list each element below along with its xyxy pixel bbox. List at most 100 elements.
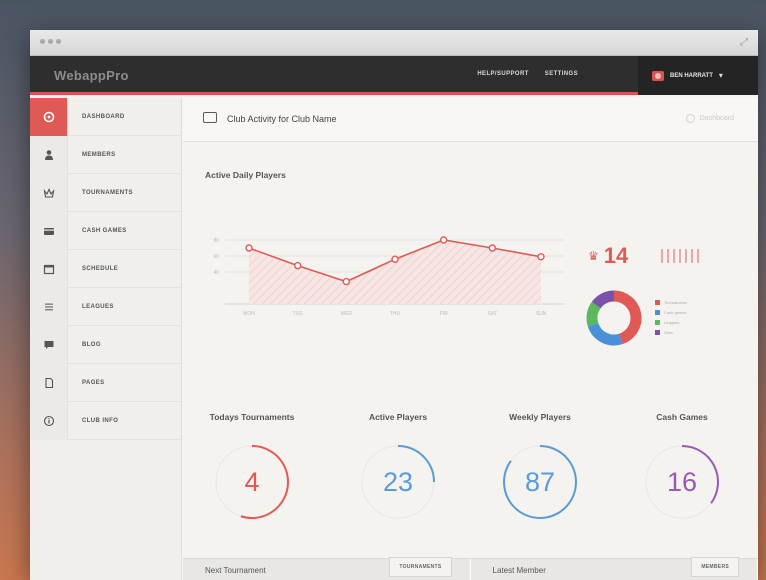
x-tick-label: SUN xyxy=(536,311,547,317)
panel-header-action[interactable]: Dashboard xyxy=(685,114,734,123)
stat-value: 4 xyxy=(244,467,260,497)
legend-label: Leagues xyxy=(664,319,680,325)
stat-ring: 16 xyxy=(642,442,722,522)
members-button[interactable]: MEMBERS xyxy=(691,557,739,577)
stat-value: 16 xyxy=(666,467,698,497)
next-tournament-panel: Next Tournament TOURNAMENTS xyxy=(183,557,471,580)
sidebar-item-schedule[interactable]: SCHEDULE xyxy=(30,249,181,288)
avatar xyxy=(652,70,664,81)
info-icon xyxy=(30,401,68,440)
active-count: ♛ 14 xyxy=(588,243,628,269)
sidebar-item-label: TOURNAMENTS xyxy=(82,189,133,196)
stat-title: Cash Games xyxy=(656,412,708,422)
sidebar: DASHBOARD MEMBERS TOURNAMENTS CASH GAMES… xyxy=(30,97,182,580)
sidebar-item-label: LEAGUES xyxy=(82,303,114,310)
calendar-icon xyxy=(30,249,68,288)
window-chrome: ⤢ xyxy=(30,30,758,56)
stat-ring: 23 xyxy=(358,442,438,522)
stat-ring: 87 xyxy=(500,442,580,522)
panel-title: Club Activity for Club Name xyxy=(227,114,337,124)
cash-icon xyxy=(30,211,68,250)
stat-todays-tournaments: Todays Tournaments 4 xyxy=(197,412,307,522)
x-tick-label: WED xyxy=(340,311,352,317)
panel-header: Club Activity for Club Name Dashboard xyxy=(183,98,758,142)
chat-icon xyxy=(30,325,68,364)
stat-value: 23 xyxy=(382,467,414,497)
top-bar: WebappPro HELP/SUPPORT SETTINGS BEN HARR… xyxy=(30,56,758,95)
y-tick-label: 60 xyxy=(213,254,219,260)
stat-cash-games: Cash Games 16 xyxy=(627,412,737,522)
bottom-panels: Next Tournament TOURNAMENTS Latest Membe… xyxy=(183,557,758,580)
data-point xyxy=(342,277,351,286)
legend-item: Leagues xyxy=(655,317,687,327)
dashboard-icon xyxy=(30,97,68,136)
panel-header-action-label: Dashboard xyxy=(699,115,734,122)
donut-slice xyxy=(613,290,642,345)
app-brand[interactable]: WebappPro xyxy=(54,68,129,83)
sidebar-item-label: CASH GAMES xyxy=(82,227,127,234)
data-point xyxy=(293,261,302,270)
sidebar-item-dashboard[interactable]: DASHBOARD xyxy=(30,97,181,136)
latest-member-title: Latest Member xyxy=(492,566,546,575)
data-point xyxy=(488,244,497,252)
sidebar-item-pages[interactable]: PAGES xyxy=(30,363,181,402)
data-point xyxy=(391,255,399,263)
main-content: Club Activity for Club Name Dashboard Ac… xyxy=(183,98,758,580)
data-point xyxy=(537,253,545,261)
legend-swatch xyxy=(655,309,660,315)
donut-slice xyxy=(591,290,615,309)
stat-value: 87 xyxy=(524,467,556,497)
legend-label: Cash games xyxy=(664,309,687,315)
tournaments-button[interactable]: TOURNAMENTS xyxy=(389,557,452,577)
sidebar-item-label: SCHEDULE xyxy=(82,265,119,272)
legend-item: Tournaments xyxy=(655,297,687,307)
list-icon xyxy=(30,287,68,326)
caret-down-icon: ▾ xyxy=(718,71,723,80)
next-tournament-title: Next Tournament xyxy=(205,566,266,575)
legend-label: Tournaments xyxy=(664,299,688,305)
stat-weekly-players: Weekly Players 87 xyxy=(485,412,595,522)
active-players-chart: 80 60 40 MON TUE WED THU FRI SAT SUN xyxy=(213,236,565,317)
sidebar-item-leagues[interactable]: LEAGUES xyxy=(30,287,181,326)
nav-help-support[interactable]: HELP/SUPPORT xyxy=(477,71,528,77)
stat-title: Active Players xyxy=(368,412,428,422)
monitor-icon xyxy=(203,112,217,123)
x-tick-label: SAT xyxy=(488,311,497,317)
donut-slice xyxy=(586,301,601,327)
legend-item: Sites xyxy=(655,327,687,337)
sidebar-item-label: CLUB INFO xyxy=(82,417,119,424)
legend-swatch xyxy=(655,329,660,335)
sidebar-item-blog[interactable]: BLOG xyxy=(30,325,181,364)
legend-label: Sites xyxy=(664,329,673,335)
stat-active-players: Active Players 23 xyxy=(343,412,453,522)
sidebar-item-label: PAGES xyxy=(82,379,105,386)
x-tick-label: TUE xyxy=(293,311,304,317)
legend-swatch xyxy=(655,319,660,325)
donut-chart xyxy=(586,290,642,346)
sidebar-item-cash-games[interactable]: CASH GAMES xyxy=(30,211,181,250)
sidebar-item-members[interactable]: MEMBERS xyxy=(30,135,181,174)
user-name: BEN HARRATT xyxy=(670,72,713,79)
x-tick-label: THU xyxy=(390,311,401,317)
nav-settings[interactable]: SETTINGS xyxy=(545,71,578,77)
donut-legend: Tournaments Cash games Leagues Sites xyxy=(655,297,687,337)
page-icon xyxy=(30,363,68,402)
y-tick-label: 80 xyxy=(213,238,219,244)
data-point xyxy=(439,236,448,244)
sidebar-item-tournaments[interactable]: TOURNAMENTS xyxy=(30,173,181,212)
data-point xyxy=(245,244,253,252)
window-controls[interactable] xyxy=(40,39,61,44)
resize-icon[interactable]: ⤢ xyxy=(740,37,748,48)
top-nav: HELP/SUPPORT SETTINGS xyxy=(477,71,578,77)
user-menu[interactable]: BEN HARRATT ▾ xyxy=(638,56,758,95)
stat-ring: 4 xyxy=(212,442,292,522)
donut-slice xyxy=(587,322,623,346)
latest-member-panel: Latest Member MEMBERS xyxy=(470,557,758,580)
x-tick-label: MON xyxy=(243,311,255,317)
chart-title: Active Daily Players xyxy=(205,170,286,180)
sidebar-item-club-info[interactable]: CLUB INFO xyxy=(30,401,181,440)
x-tick-label: FRI xyxy=(440,311,448,317)
legend-item: Cash games xyxy=(655,307,687,317)
member-icon xyxy=(30,135,68,174)
sidebar-item-label: BLOG xyxy=(82,341,101,348)
